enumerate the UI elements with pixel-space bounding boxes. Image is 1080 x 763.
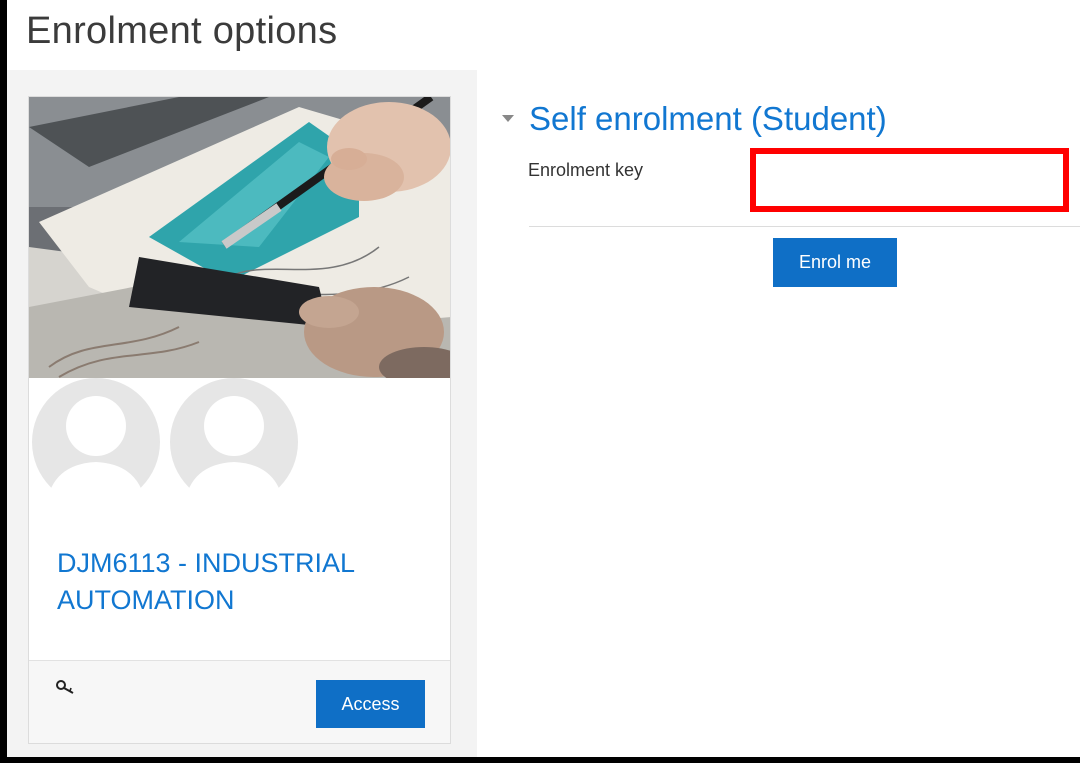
section-title: Self enrolment (Student) [529, 100, 887, 137]
chevron-down-icon [502, 115, 514, 122]
page-title: Enrolment options [26, 10, 338, 52]
card-footer: Access [29, 660, 450, 743]
enrolment-key-input[interactable] [750, 148, 1069, 212]
avatar-group [28, 378, 450, 508]
course-image [29, 97, 450, 378]
access-button[interactable]: Access [316, 680, 425, 728]
key-icon [56, 680, 74, 694]
course-card: DJM6113 - INDUSTRIAL AUTOMATION Access [28, 96, 451, 744]
page-frame: Enrolment options DJM6113 - INDUSTRIAL A… [7, 0, 1080, 757]
avatar[interactable] [164, 378, 304, 506]
course-name-link[interactable]: DJM6113 - INDUSTRIAL AUTOMATION [57, 545, 417, 619]
enrol-me-button[interactable]: Enrol me [773, 238, 897, 287]
enrolment-key-label: Enrolment key [528, 160, 644, 180]
divider [529, 226, 1080, 227]
avatar[interactable] [28, 378, 166, 506]
